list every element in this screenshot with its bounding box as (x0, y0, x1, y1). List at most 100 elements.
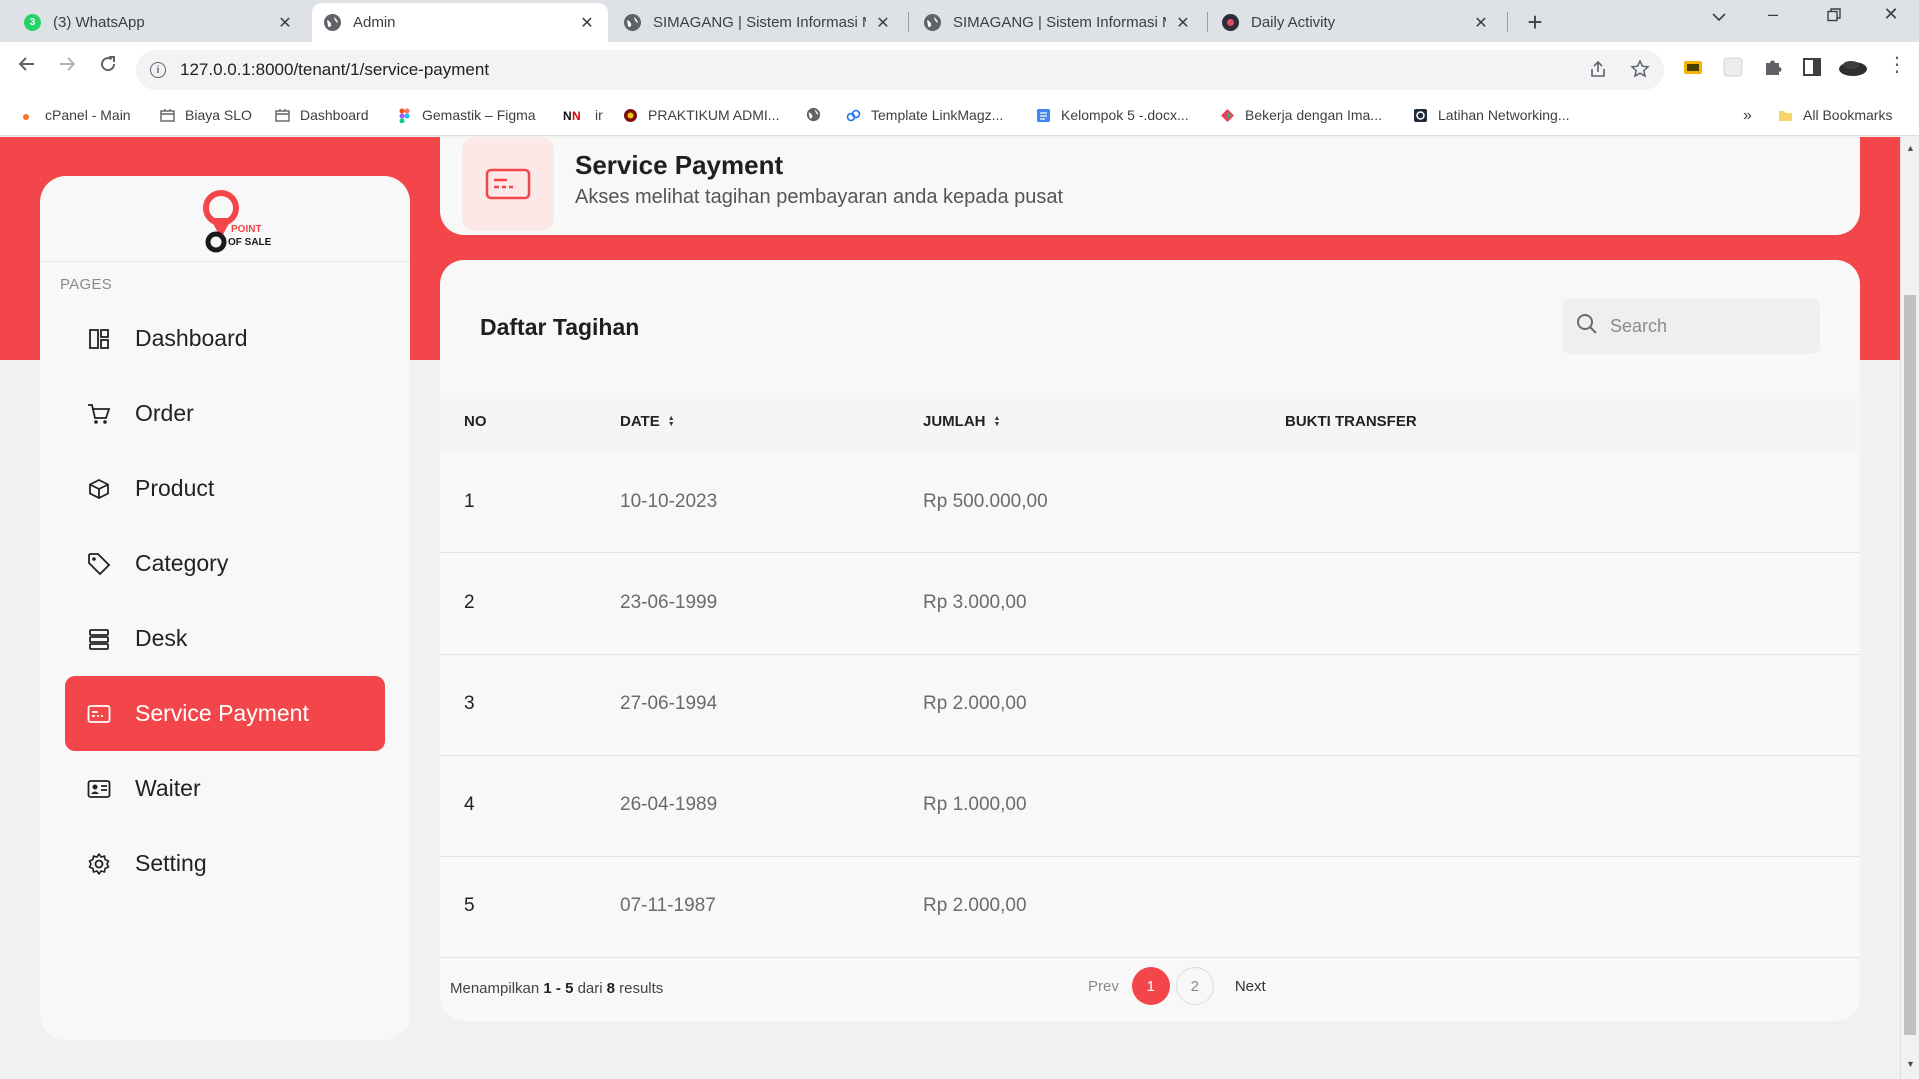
page-button-1[interactable]: 1 (1131, 967, 1170, 1005)
reload-icon[interactable] (93, 54, 123, 80)
sidebar-item-label: Waiter (135, 775, 201, 801)
next-page-button[interactable]: Next (1225, 978, 1276, 995)
bookmark-cpanel[interactable]: cPanel - Main (20, 107, 131, 123)
sidebar-item-label: Product (135, 475, 215, 501)
close-icon[interactable]: ✕ (276, 13, 294, 33)
bookmark-label: Dashboard (300, 107, 369, 123)
kebab-menu-icon[interactable]: ⋮ (1887, 52, 1909, 76)
window-close-icon[interactable]: ✕ (1871, 4, 1911, 25)
sidebar-item-category[interactable]: Category (65, 526, 385, 601)
browser-toolbar: i 127.0.0.1:8000/tenant/1/service-paymen… (0, 42, 1919, 98)
bookmarks-overflow-button[interactable]: » (1743, 107, 1752, 125)
sort-icon[interactable]: ▲ ▼ (668, 415, 675, 428)
summary-suffix: results (619, 980, 664, 997)
sidebar-item-service-payment[interactable]: Service Payment (65, 676, 385, 751)
bookmark-label: Template LinkMagz... (871, 107, 1004, 123)
close-icon[interactable]: ✕ (1472, 13, 1490, 33)
svg-text:N: N (563, 109, 572, 123)
tab-search-chevron-icon[interactable] (1699, 6, 1739, 27)
close-icon[interactable]: ✕ (1174, 13, 1192, 33)
summary-total: 8 (606, 980, 615, 997)
bookmark-label: Biaya SLO (185, 107, 252, 123)
app-viewport: POINT OF SALE PAGES Dashboard Order Prod… (0, 137, 1900, 1079)
bookmark-kelompok[interactable]: Kelompok 5 -.docx... (1036, 107, 1189, 123)
search-box[interactable] (1562, 298, 1820, 354)
extension-folder-icon[interactable] (1682, 56, 1704, 78)
minimize-icon[interactable]: – (1753, 4, 1793, 25)
sidebar-item-order[interactable]: Order (65, 376, 385, 451)
column-header-no: NO (464, 413, 487, 430)
page-subtitle: Akses melihat tagihan pembayaran anda ke… (575, 186, 1064, 208)
cell-date: 23-06-1999 (620, 592, 718, 613)
scroll-down-arrow-icon[interactable]: ▼ (1906, 1059, 1915, 1069)
bookmark-label: Bekerja dengan Ima... (1245, 107, 1382, 123)
tab-admin[interactable]: Admin ✕ (312, 3, 608, 42)
sidebar-item-dashboard[interactable]: Dashboard (65, 301, 385, 376)
bookmark-biaya-slo[interactable]: Biaya SLO (160, 107, 252, 123)
site-info-icon[interactable]: i (150, 62, 166, 78)
latihan-icon (1413, 108, 1428, 123)
search-input[interactable] (1610, 315, 1810, 337)
globe-icon (924, 14, 941, 31)
close-icon[interactable]: ✕ (874, 13, 892, 33)
page-title: Service Payment (575, 150, 784, 180)
page-header-card: Service Payment Akses melihat tagihan pe… (440, 137, 1860, 235)
sidebar-item-product[interactable]: Product (65, 451, 385, 526)
scrollbar-thumb[interactable] (1904, 295, 1916, 1035)
summary-prefix: Menampilkan (450, 980, 540, 997)
tag-icon (87, 552, 111, 576)
share-icon[interactable] (1588, 59, 1608, 85)
prev-page-button[interactable]: Prev (1078, 978, 1129, 995)
pagination: Prev 1 2 Next (1078, 967, 1276, 1005)
bookmark-globe[interactable] (806, 107, 831, 122)
new-tab-button[interactable]: + (1520, 7, 1550, 38)
sidebar-item-label: Category (135, 550, 229, 576)
puzzle-icon[interactable] (1762, 56, 1784, 78)
summary-of-word: dari (577, 980, 603, 997)
bookmark-template[interactable]: Template LinkMagz... (846, 107, 1003, 123)
sort-icon[interactable]: ▲ ▼ (994, 415, 1001, 428)
bookmark-ir[interactable]: NN ir (563, 107, 603, 123)
browser-tab-strip: 3 (3) WhatsApp ✕ Admin ✕ SIMAGANG | Sist… (0, 0, 1919, 42)
column-label: DATE (620, 413, 660, 430)
summary-dash: - (555, 980, 561, 997)
column-header-jumlah[interactable]: JUMLAH ▲ ▼ (923, 413, 1000, 430)
address-bar[interactable]: i 127.0.0.1:8000/tenant/1/service-paymen… (136, 50, 1664, 90)
page-button-2[interactable]: 2 (1175, 967, 1214, 1005)
pos-logo[interactable]: POINT OF SALE (188, 188, 298, 254)
bookmark-latihan[interactable]: Latihan Networking... (1413, 107, 1570, 123)
dashboard-icon (87, 327, 111, 351)
bookmark-gemastik[interactable]: Gemastik – Figma (397, 107, 536, 123)
profile-avatar-icon[interactable] (1838, 56, 1868, 78)
bookmark-praktikum[interactable]: PRAKTIKUM ADMI... (623, 107, 779, 123)
forward-arrow-icon[interactable] (52, 54, 82, 80)
bookmark-bekerja[interactable]: Bekerja dengan Ima... (1220, 107, 1382, 123)
tab-daily-activity[interactable]: Daily Activity ✕ (1210, 3, 1502, 42)
tab-simagang-1[interactable]: SIMAGANG | Sistem Informasi M ✕ (612, 3, 904, 42)
cell-no: 2 (464, 592, 475, 613)
table-row: 5 07-11-1987 Rp 2.000,00 (440, 857, 1860, 958)
scroll-up-arrow-icon[interactable]: ▲ (1906, 143, 1915, 153)
tab-whatsapp[interactable]: 3 (3) WhatsApp ✕ (12, 3, 306, 42)
all-bookmarks-button[interactable]: All Bookmarks (1778, 107, 1892, 123)
sidebar-item-desk[interactable]: Desk (65, 601, 385, 676)
sidebar-item-setting[interactable]: Setting (65, 826, 385, 901)
tab-simagang-2[interactable]: SIMAGANG | Sistem Informasi M ✕ (912, 3, 1204, 42)
whatsapp-icon: 3 (24, 14, 41, 31)
link-icon (846, 108, 861, 123)
back-arrow-icon[interactable] (12, 54, 42, 80)
restore-icon[interactable] (1814, 6, 1854, 27)
tab-title: (3) WhatsApp (53, 14, 145, 31)
sidebar-item-waiter[interactable]: Waiter (65, 751, 385, 826)
bookmark-label: cPanel - Main (45, 107, 131, 123)
star-icon[interactable] (1630, 59, 1650, 85)
bookmark-dashboard[interactable]: Dashboard (275, 107, 369, 123)
extension-blank-icon[interactable] (1722, 56, 1744, 78)
close-icon[interactable]: ✕ (578, 13, 596, 33)
cell-amount: Rp 1.000,00 (923, 794, 1027, 815)
page-scrollbar[interactable]: ▲ ▼ (1900, 137, 1919, 1079)
side-panel-icon[interactable] (1801, 56, 1823, 78)
column-header-date[interactable]: DATE ▲ ▼ (620, 413, 675, 430)
globe-icon (324, 14, 341, 31)
url-text[interactable]: 127.0.0.1:8000/tenant/1/service-payment (180, 60, 489, 80)
